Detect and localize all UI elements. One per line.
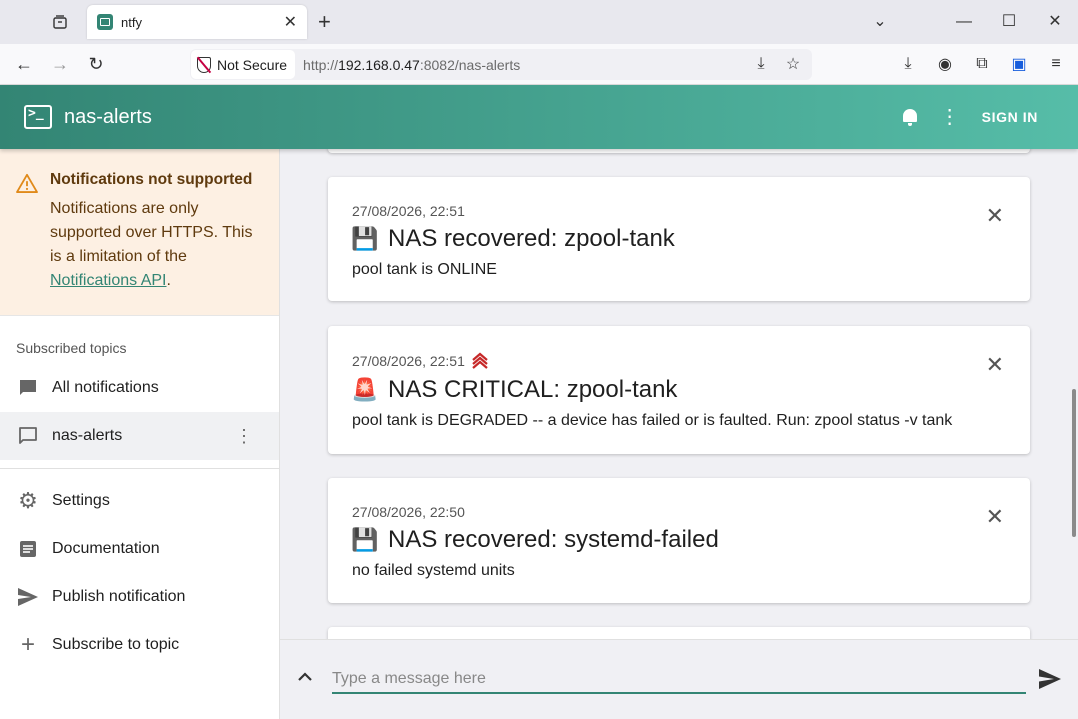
not-secure-badge[interactable]: Not Secure [191,50,296,79]
sidebar: Notifications not supported Notification… [0,149,280,719]
window-close-icon[interactable]: ✕ [1043,10,1067,34]
minimize-icon[interactable]: — [952,10,976,34]
more-vert-icon[interactable]: ⋮ [940,107,960,127]
notification-time: 27/08/2026, 22:51 [352,203,1006,219]
bookmark-star-icon[interactable]: ☆ [782,53,804,75]
new-tab-icon[interactable]: + [318,10,331,34]
notification-card: 27/08/2026, 22:51 💾 NAS recovered: zpool… [328,177,1030,301]
maximize-icon[interactable]: ☐ [997,10,1021,34]
close-icon[interactable]: ✕ [986,504,1004,530]
notifications-api-link[interactable]: Notifications API [50,272,167,289]
time-text: 27/08/2026, 22:51 [352,353,465,369]
plus-icon: + [20,631,35,658]
tab-title: ntfy [121,14,142,30]
notification-time: 27/08/2026, 22:50 [352,504,1006,520]
app-bar: nas-alerts ⋮ SIGN IN [0,85,1078,149]
notification-title: 💾 NAS recovered: systemd-failed [351,526,1006,554]
notification-card-partial [328,627,1030,639]
notification-message: pool tank is DEGRADED -- a device has fa… [352,412,953,429]
alert-title: Notifications not supported [50,171,253,188]
sign-in-button[interactable]: SIGN IN [982,109,1038,125]
sidebar-item-label: All notifications [52,379,159,396]
sidebar-item-settings[interactable]: ⚙ Settings [0,477,279,525]
message-input[interactable] [332,666,1026,694]
time-text: 27/08/2026, 22:50 [352,504,465,520]
menu-icon[interactable]: ≡ [1044,52,1068,76]
notification-time: 27/08/2026, 22:51 [352,352,1006,370]
sidebar-item-nas-alerts[interactable]: nas-alerts ⋮ [0,412,279,460]
urgent-priority-icon [471,352,489,370]
notification-card: 27/08/2026, 22:50 💾 NAS recovered: syste… [328,478,1030,603]
ntfy-favicon-icon [97,14,113,30]
message-composer [280,639,1078,719]
tab-overview-icon[interactable] [48,10,72,34]
floppy-disk-icon: 💾 [351,527,379,552]
notification-message: no failed systemd units [352,562,515,579]
browser-tab-ntfy[interactable]: ntfy ✕ [87,5,307,39]
sidebar-item-label: Documentation [52,540,160,557]
title-text: NAS recovered: systemd-failed [388,526,719,553]
extension-bitwarden-icon[interactable]: ▣ [1007,52,1031,76]
url-path: :8082/nas-alerts [419,56,521,73]
notification-title: 🚨 NAS CRITICAL: zpool-tank [351,376,1006,404]
chat-bubble-icon [16,376,40,400]
forward-icon[interactable]: → [48,52,72,76]
sidebar-item-label: Publish notification [52,588,186,605]
not-secure-label: Not Secure [217,56,288,73]
alert-body: Notifications are only supported over HT… [50,197,263,293]
notification-title: 💾 NAS recovered: zpool-tank [351,225,1006,253]
sidebar-item-label: Settings [52,492,110,509]
scrollbar-thumb[interactable] [1072,389,1076,537]
url-text[interactable]: http://192.168.0.47:8082/nas-alerts [303,57,520,73]
back-icon[interactable]: ← [12,52,36,76]
title-text: NAS recovered: zpool-tank [388,225,675,252]
tab-list-chevron-icon[interactable]: ⌄ [868,10,892,34]
browser-tabstrip: ntfy ✕ + ⌄ — ☐ ✕ [0,0,1078,44]
time-text: 27/08/2026, 22:51 [352,203,465,219]
address-bar[interactable]: Not Secure http://192.168.0.47:8082/nas-… [190,49,812,80]
extensions-icon[interactable]: ⧉ [970,52,994,76]
divider [0,468,279,469]
install-app-icon[interactable]: ⤓ [750,53,772,75]
rotating-light-icon: 🚨 [351,377,379,402]
downloads-icon[interactable]: ⤓ [896,52,920,76]
topic-more-vert-icon[interactable]: ⋮ [235,426,253,447]
notification-card: 27/08/2026, 22:51 🚨 NAS CRITICAL: zpool-… [328,326,1030,454]
account-icon[interactable]: ◉ [933,52,957,76]
notifications-not-supported-alert: Notifications not supported Notification… [0,149,279,316]
warning-icon [16,173,38,193]
close-icon[interactable]: ✕ [986,203,1004,229]
sidebar-item-publish-notification[interactable]: Publish notification [0,573,279,621]
close-tab-icon[interactable]: ✕ [284,12,297,32]
ntfy-logo-icon [24,105,52,129]
article-icon [16,537,40,561]
send-icon [16,585,40,609]
chevron-up-icon[interactable] [298,666,312,687]
sidebar-item-label: Subscribe to topic [52,636,180,653]
chat-bubble-outline-icon [16,424,40,448]
reload-icon[interactable]: ↻ [84,52,108,76]
page-title: nas-alerts [64,105,152,128]
sidebar-item-documentation[interactable]: Documentation [0,525,279,573]
subscribed-topics-label: Subscribed topics [16,340,127,356]
gear-icon: ⚙ [18,488,38,513]
bell-icon[interactable] [902,108,918,126]
notification-list: 27/08/2026, 22:51 💾 NAS recovered: zpool… [280,149,1078,639]
notification-message: pool tank is ONLINE [352,261,497,278]
sidebar-item-all-notifications[interactable]: All notifications [0,364,279,412]
send-button[interactable] [1038,668,1062,695]
alert-body-text: Notifications are only supported over HT… [50,200,253,265]
url-host: 192.168.0.47 [338,56,420,73]
shield-icon [197,56,211,73]
sidebar-item-label: nas-alerts [52,427,123,444]
title-text: NAS CRITICAL: zpool-tank [388,376,678,403]
sidebar-item-subscribe-to-topic[interactable]: + Subscribe to topic [0,621,279,669]
browser-navbar: ← → ↻ Not Secure http://192.168.0.47:808… [0,44,1078,85]
notification-card-partial [328,149,1030,153]
url-prefix: http:// [303,56,339,73]
close-icon[interactable]: ✕ [986,352,1004,378]
floppy-disk-icon: 💾 [351,226,379,251]
alert-body-suffix: . [166,272,171,289]
